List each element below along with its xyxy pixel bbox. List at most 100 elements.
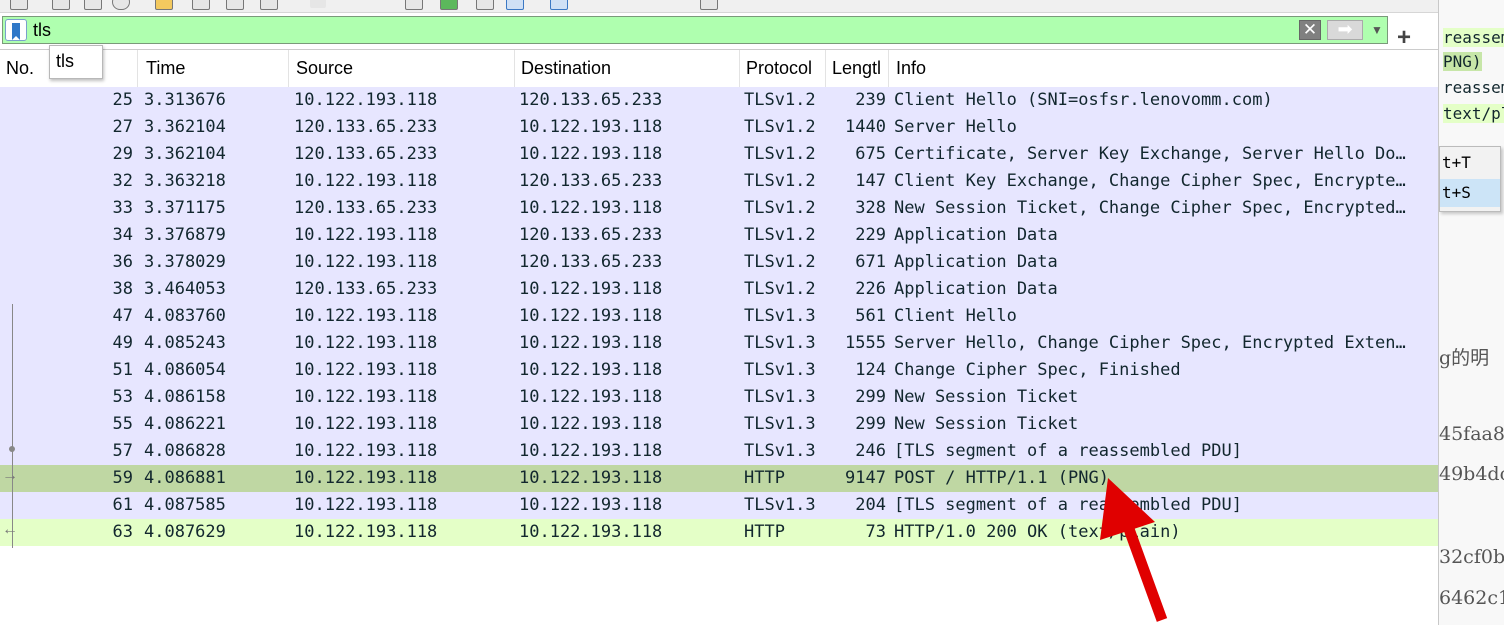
packet-row[interactable]: 29 3.362104 120.133.65.233 10.122.193.118 TL… (0, 141, 1438, 168)
filter-input[interactable] (33, 19, 1289, 41)
packet-info: Application Data (894, 279, 1058, 299)
filter-bookmark-icon[interactable] (5, 19, 27, 41)
add-filter-button[interactable]: + (1394, 26, 1414, 51)
packet-number: 34 (112, 225, 133, 245)
packet-destination: 10.122.193.118 (519, 495, 663, 515)
toolbar-button-icon[interactable] (192, 0, 210, 10)
packet-number: 25 (112, 90, 133, 110)
display-filter-field[interactable]: ✕ ➡ ▼ (2, 16, 1388, 44)
packet-row[interactable]: 38 3.464053 120.133.65.233 10.122.193.118 TL… (0, 276, 1438, 303)
packet-info: Client Hello (894, 306, 1017, 326)
packet-row[interactable]: 25 3.313676 10.122.193.118 120.133.65.233 TL… (0, 87, 1438, 114)
clear-x-icon[interactable]: ✕ (1299, 20, 1321, 40)
toolbar-button-icon[interactable] (440, 0, 458, 10)
packet-length: 73 (865, 522, 886, 542)
toolbar-button-icon[interactable] (112, 0, 130, 10)
packet-protocol: TLSv1.2 (744, 117, 816, 137)
packet-source: 10.122.193.118 (294, 252, 438, 272)
toolbar-button-icon[interactable] (226, 0, 244, 10)
packet-row[interactable]: 36 3.378029 10.122.193.118 120.133.65.233 TL… (0, 249, 1438, 276)
packet-length: 9147 (845, 468, 886, 488)
toolbar-button-icon[interactable] (52, 0, 70, 10)
packet-protocol: HTTP (744, 468, 785, 488)
packet-row[interactable]: 53 4.086158 10.122.193.118 10.122.193.118 TL… (0, 384, 1438, 411)
packet-row[interactable]: 55 4.086221 10.122.193.118 10.122.193.118 TL… (0, 411, 1438, 438)
packet-length: 675 (855, 144, 886, 164)
packet-number: 53 (112, 387, 133, 407)
packet-destination: 10.122.193.118 (519, 117, 663, 137)
autocomplete-suggestion[interactable]: tls (56, 51, 74, 72)
chevron-down-icon[interactable]: ▼ (1369, 23, 1385, 37)
packet-length: 299 (855, 387, 886, 407)
packet-number: 38 (112, 279, 133, 299)
packet-destination: 10.122.193.118 (519, 468, 663, 488)
packet-row[interactable]: 49 4.085243 10.122.193.118 10.122.193.118 TL… (0, 330, 1438, 357)
packet-source: 10.122.193.118 (294, 414, 438, 434)
packet-row[interactable]: 33 3.371175 120.133.65.233 10.122.193.118 TL… (0, 195, 1438, 222)
apply-arrow-icon[interactable]: ➡ (1327, 20, 1363, 40)
packet-row[interactable]: 57 4.086828 10.122.193.118 10.122.193.118 TL… (0, 438, 1438, 465)
packet-row[interactable]: 47 4.083760 10.122.193.118 10.122.193.118 TL… (0, 303, 1438, 330)
toolbar-button-icon[interactable] (506, 0, 524, 10)
column-header-info[interactable]: Info (890, 50, 1438, 87)
packet-length: 226 (855, 279, 886, 299)
packet-destination: 10.122.193.118 (519, 279, 663, 299)
packet-row[interactable]: 59 4.086881 10.122.193.118 10.122.193.118 HT… (0, 465, 1438, 492)
packet-destination: 10.122.193.118 (519, 198, 663, 218)
conversation-dot-icon (9, 446, 15, 452)
column-header-length[interactable]: Lengtl (826, 50, 889, 87)
packet-destination: 10.122.193.118 (519, 387, 663, 407)
packet-destination: 10.122.193.118 (519, 333, 663, 353)
main-toolbar (0, 0, 1438, 13)
packet-time: 4.086881 (144, 468, 226, 488)
packet-time: 4.086828 (144, 441, 226, 461)
packet-time: 3.363218 (144, 171, 226, 191)
filter-autocomplete-popup[interactable]: tls (49, 45, 103, 79)
packet-row[interactable]: 63 4.087629 10.122.193.118 10.122.193.118 HT… (0, 519, 1438, 546)
packet-length: 299 (855, 414, 886, 434)
packet-number: 49 (112, 333, 133, 353)
packet-time: 4.087629 (144, 522, 226, 542)
toolbar-button-icon[interactable] (10, 0, 28, 10)
packet-info: [TLS segment of a reassembled PDU] (894, 441, 1242, 461)
packet-number: 47 (112, 306, 133, 326)
packet-destination: 10.122.193.118 (519, 441, 663, 461)
packet-protocol: TLSv1.2 (744, 90, 816, 110)
toolbar-button-icon[interactable] (84, 0, 102, 10)
packet-row[interactable]: 61 4.087585 10.122.193.118 10.122.193.118 TL… (0, 492, 1438, 519)
column-header-protocol[interactable]: Protocol (740, 50, 826, 87)
packet-time: 3.464053 (144, 279, 226, 299)
packet-number: 32 (112, 171, 133, 191)
column-header-source[interactable]: Source (290, 50, 515, 87)
packet-protocol: TLSv1.3 (744, 414, 816, 434)
packet-protocol: TLSv1.3 (744, 306, 816, 326)
packet-list[interactable]: No. Time Source Destination Protocol Len… (0, 49, 1438, 626)
toolbar-button-icon[interactable] (155, 0, 173, 10)
toolbar-button-icon[interactable] (260, 0, 278, 10)
packet-info: Application Data (894, 225, 1058, 245)
packet-info: Server Hello, Change Cipher Spec, Encryp… (894, 333, 1406, 353)
packet-destination: 10.122.193.118 (519, 414, 663, 434)
toolbar-button-icon[interactable] (476, 0, 494, 10)
toolbar-button-icon[interactable] (550, 0, 568, 10)
column-header-time[interactable]: Time (140, 50, 289, 87)
packet-number: 29 (112, 144, 133, 164)
packet-row[interactable]: 51 4.086054 10.122.193.118 10.122.193.118 TL… (0, 357, 1438, 384)
packet-time: 3.376879 (144, 225, 226, 245)
packet-protocol: TLSv1.2 (744, 171, 816, 191)
toolbar-button-icon[interactable] (405, 0, 423, 10)
packet-row[interactable]: 34 3.376879 10.122.193.118 120.133.65.233 TL… (0, 222, 1438, 249)
packet-row[interactable]: 32 3.363218 10.122.193.118 120.133.65.233 TL… (0, 168, 1438, 195)
column-header-destination[interactable]: Destination (515, 50, 740, 87)
packet-time: 3.362104 (144, 117, 226, 137)
packet-row[interactable]: 27 3.362104 120.133.65.233 10.122.193.118 TL… (0, 114, 1438, 141)
packet-time: 4.083760 (144, 306, 226, 326)
packet-source: 120.133.65.233 (294, 144, 438, 164)
toolbar-button-icon[interactable] (310, 0, 326, 8)
toolbar-button-icon[interactable] (700, 0, 718, 10)
menu-item-shortcut[interactable]: t+T (1440, 149, 1500, 177)
packet-length: 671 (855, 252, 886, 272)
packet-info: Client Hello (SNI=osfsr.lenovomm.com) (894, 90, 1273, 110)
menu-item-shortcut[interactable]: t+S (1440, 179, 1500, 207)
packet-number: 27 (112, 117, 133, 137)
